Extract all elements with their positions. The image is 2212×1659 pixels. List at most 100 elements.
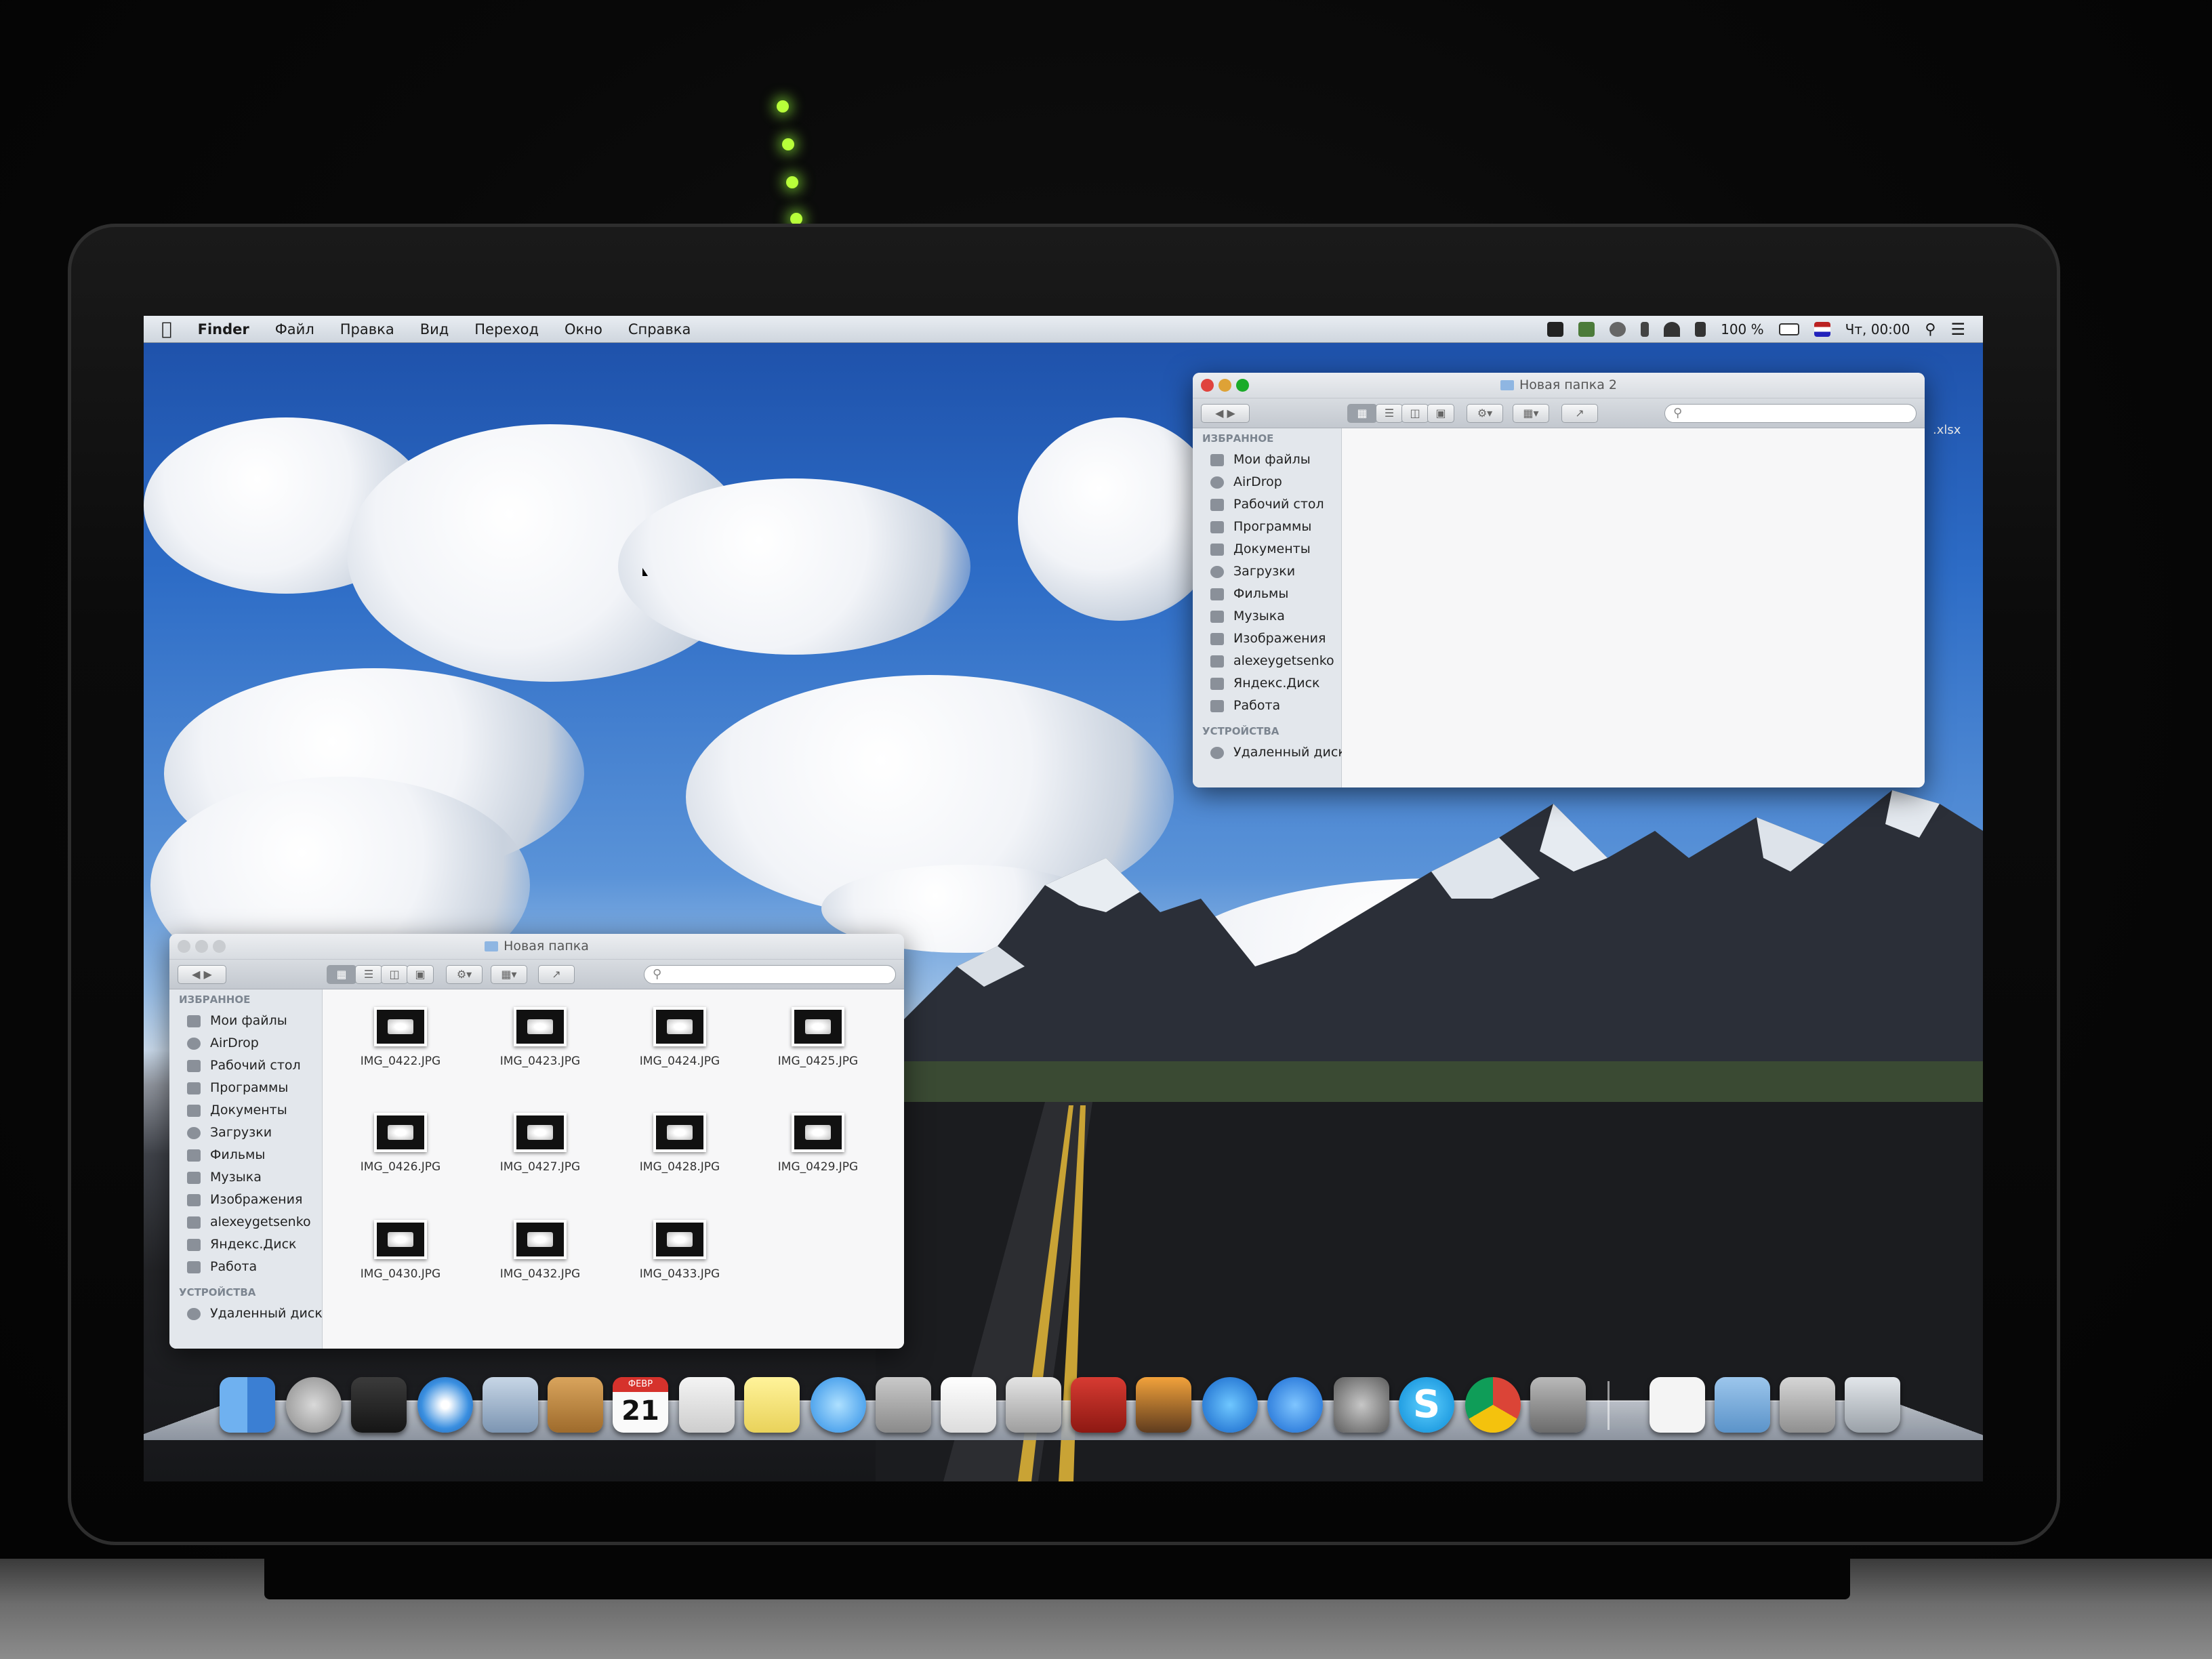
icon-view-button[interactable]: ▦ bbox=[327, 965, 356, 984]
window-titlebar[interactable]: Новая папка bbox=[169, 934, 904, 960]
icon-view-button[interactable]: ▦ bbox=[1347, 404, 1377, 423]
wifi-icon[interactable] bbox=[1664, 322, 1681, 337]
calendar-icon[interactable]: ФЕВР 21 bbox=[613, 1377, 668, 1433]
sidebar-item-applications[interactable]: Программы bbox=[169, 1077, 322, 1099]
sidebar-item-downloads[interactable]: Загрузки bbox=[169, 1122, 322, 1144]
sidebar-item-pictures[interactable]: Изображения bbox=[1193, 628, 1341, 650]
file-item[interactable]: IMG_0426.JPG bbox=[343, 1113, 458, 1174]
share-button[interactable]: ↗ bbox=[1561, 404, 1598, 423]
action-gear-button[interactable]: ⚙▾ bbox=[446, 965, 483, 984]
launchpad-icon[interactable] bbox=[286, 1377, 342, 1433]
file-item[interactable]: IMG_0430.JPG bbox=[343, 1220, 458, 1281]
sidebar-item-movies[interactable]: Фильмы bbox=[169, 1144, 322, 1166]
trash-icon[interactable] bbox=[1845, 1377, 1900, 1433]
mission-control-icon[interactable] bbox=[351, 1377, 407, 1433]
window-titlebar[interactable]: Новая папка 2 bbox=[1193, 373, 1925, 398]
arrange-button[interactable]: ▦▾ bbox=[491, 965, 527, 984]
sidebar-item-my-files[interactable]: Мои файлы bbox=[1193, 449, 1341, 471]
sidebar-item-home[interactable]: alexeygetsenko bbox=[1193, 650, 1341, 672]
calculator-icon[interactable] bbox=[876, 1377, 931, 1433]
menu-app-finder[interactable]: Finder bbox=[198, 321, 249, 337]
notes-icon[interactable] bbox=[744, 1377, 800, 1433]
finder-icon[interactable] bbox=[220, 1377, 275, 1433]
menu-edit[interactable]: Правка bbox=[340, 321, 394, 337]
file-item[interactable]: IMG_0432.JPG bbox=[483, 1220, 598, 1281]
sidebar-item-movies[interactable]: Фильмы bbox=[1193, 583, 1341, 605]
menu-go[interactable]: Переход bbox=[474, 321, 539, 337]
file-item[interactable]: IMG_0433.JPG bbox=[622, 1220, 737, 1281]
skype-icon[interactable]: S bbox=[1399, 1377, 1454, 1433]
search-input[interactable]: ⚲ bbox=[644, 965, 896, 984]
file-item[interactable]: IMG_0423.JPG bbox=[483, 1007, 598, 1068]
app-store-icon[interactable] bbox=[1267, 1377, 1323, 1433]
menu-help[interactable]: Справка bbox=[628, 321, 691, 337]
sidebar-item-documents[interactable]: Документы bbox=[169, 1099, 322, 1122]
joystick-icon[interactable] bbox=[1530, 1377, 1586, 1433]
desktop-file-label[interactable]: .xlsx bbox=[1933, 423, 1961, 437]
sidebar-item-yandex-disk[interactable]: Яндекс.Диск bbox=[169, 1233, 322, 1256]
sidebar-item-my-files[interactable]: Мои файлы bbox=[169, 1010, 322, 1032]
iphoto-icon[interactable] bbox=[1136, 1377, 1191, 1433]
input-source-flag-icon[interactable] bbox=[1814, 322, 1830, 337]
sidebar-item-home[interactable]: alexeygetsenko bbox=[169, 1211, 322, 1233]
system-preferences-icon[interactable] bbox=[1334, 1377, 1389, 1433]
action-gear-button[interactable]: ⚙▾ bbox=[1467, 404, 1503, 423]
time-machine-icon[interactable] bbox=[1610, 322, 1626, 337]
sidebar-item-remote-disc[interactable]: Удаленный диск bbox=[169, 1303, 323, 1325]
bluetooth-icon[interactable] bbox=[1641, 322, 1650, 337]
column-view-button[interactable]: ◫ bbox=[381, 965, 408, 984]
sidebar-item-yandex-disk[interactable]: Яндекс.Диск bbox=[1193, 672, 1341, 695]
sidebar-item-downloads[interactable]: Загрузки bbox=[1193, 560, 1341, 583]
sidebar-item-applications[interactable]: Программы bbox=[1193, 516, 1341, 538]
file-item[interactable]: IMG_0425.JPG bbox=[760, 1007, 876, 1068]
share-button[interactable]: ↗ bbox=[538, 965, 575, 984]
file-item[interactable]: IMG_0422.JPG bbox=[343, 1007, 458, 1068]
mail-icon[interactable] bbox=[483, 1377, 538, 1433]
screen-icon[interactable] bbox=[1780, 1377, 1835, 1433]
menu-window[interactable]: Окно bbox=[565, 321, 602, 337]
back-forward-buttons[interactable]: ◀ ▶ bbox=[1201, 404, 1250, 423]
arrange-button[interactable]: ▦▾ bbox=[1513, 404, 1549, 423]
sidebar-item-documents[interactable]: Документы bbox=[1193, 538, 1341, 560]
textedit-icon[interactable] bbox=[941, 1377, 996, 1433]
menu-clock[interactable]: Чт, 00:00 bbox=[1845, 321, 1910, 337]
evernote-icon[interactable] bbox=[1547, 322, 1564, 337]
sidebar-item-airdrop[interactable]: AirDrop bbox=[169, 1032, 322, 1054]
folder-content-empty[interactable] bbox=[1342, 428, 1925, 787]
file-item[interactable]: IMG_0424.JPG bbox=[622, 1007, 737, 1068]
sidebar-item-work[interactable]: Работа bbox=[1193, 695, 1341, 717]
file-item[interactable]: IMG_0429.JPG bbox=[760, 1113, 876, 1174]
safari-icon[interactable] bbox=[417, 1377, 473, 1433]
search-input[interactable]: ⚲ bbox=[1664, 404, 1917, 423]
spotlight-icon[interactable]: ⚲ bbox=[1925, 321, 1936, 338]
column-view-button[interactable]: ◫ bbox=[1401, 404, 1429, 423]
sidebar-item-work[interactable]: Работа bbox=[169, 1256, 322, 1278]
menu-file[interactable]: Файл bbox=[275, 321, 314, 337]
volume-icon[interactable] bbox=[1695, 322, 1706, 337]
back-forward-buttons[interactable]: ◀ ▶ bbox=[178, 965, 226, 984]
cloud-sync-icon[interactable] bbox=[1578, 322, 1595, 337]
facetime-icon[interactable] bbox=[1006, 1377, 1061, 1433]
reminders-icon[interactable] bbox=[679, 1377, 735, 1433]
coverflow-view-button[interactable]: ▣ bbox=[407, 965, 434, 984]
sidebar-item-music[interactable]: Музыка bbox=[169, 1166, 322, 1189]
coverflow-view-button[interactable]: ▣ bbox=[1427, 404, 1454, 423]
list-view-button[interactable]: ☰ bbox=[355, 965, 382, 984]
apple-menu-icon[interactable]:  bbox=[161, 319, 172, 340]
itunes-icon[interactable] bbox=[1202, 1377, 1258, 1433]
battery-percent[interactable]: 100 % bbox=[1721, 321, 1764, 337]
battery-icon[interactable] bbox=[1778, 323, 1799, 335]
chrome-icon[interactable] bbox=[1465, 1377, 1521, 1433]
sidebar-item-music[interactable]: Музыка bbox=[1193, 605, 1341, 628]
file-item[interactable]: IMG_0427.JPG bbox=[483, 1113, 598, 1174]
photo-booth-icon[interactable] bbox=[1071, 1377, 1126, 1433]
file-item[interactable]: IMG_0428.JPG bbox=[622, 1113, 737, 1174]
sidebar-item-desktop[interactable]: Рабочий стол bbox=[169, 1054, 322, 1077]
sidebar-item-pictures[interactable]: Изображения bbox=[169, 1189, 322, 1211]
contacts-icon[interactable] bbox=[548, 1377, 603, 1433]
folder-icon[interactable] bbox=[1715, 1377, 1770, 1433]
sidebar-item-remote-disc[interactable]: Удаленный диск bbox=[1193, 741, 1346, 764]
sidebar-item-desktop[interactable]: Рабочий стол bbox=[1193, 493, 1341, 516]
list-view-button[interactable]: ☰ bbox=[1376, 404, 1403, 423]
notification-center-icon[interactable]: ☰ bbox=[1950, 320, 1965, 339]
